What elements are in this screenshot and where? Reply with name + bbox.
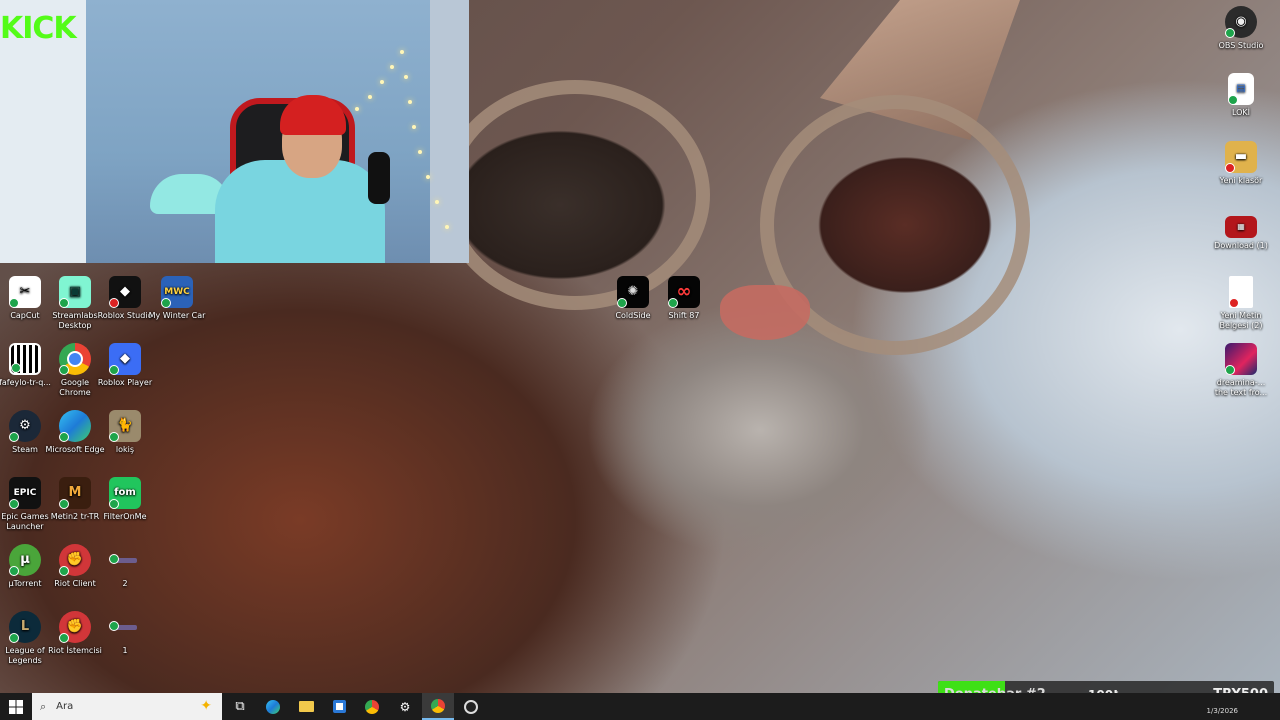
folder-icon	[298, 701, 314, 712]
metin2-icon: M	[59, 477, 91, 509]
file-icon: ▤	[1228, 73, 1254, 105]
taskbar-microsoft-store[interactable]	[323, 693, 355, 720]
edge-icon	[266, 699, 280, 714]
start-button[interactable]	[0, 693, 32, 720]
taskbar: ⌕ Ara ✦ ⧉ ⚙ 1/3/2026	[0, 693, 1280, 720]
desktop-icon-roblox-player[interactable]: ◆ Roblox Player	[95, 343, 155, 388]
desktop-icon-dreamina[interactable]: dreamina-... the text fro...	[1211, 343, 1271, 398]
store-icon	[332, 700, 346, 713]
utorrent-icon: µ	[9, 544, 41, 576]
roblox-player-icon: ◆	[109, 343, 141, 375]
desktop-icon-label: LOKİ	[1231, 108, 1251, 117]
task-view-icon: ⧉	[235, 699, 245, 714]
epic-games-icon: EPIC	[9, 477, 41, 509]
obs-icon	[464, 699, 478, 714]
taskbar-chrome-active[interactable]	[422, 693, 454, 720]
taskbar-date: 1/3/2026	[1206, 707, 1238, 715]
desktop-icon-shift-87[interactable]: ∞ Shift 87	[654, 276, 714, 321]
image-file-icon: 🐈	[109, 410, 141, 442]
windows-icon	[9, 699, 23, 714]
webcam-microphone	[368, 152, 390, 204]
riot-client-icon: ✊	[59, 611, 91, 643]
taskbar-search-box[interactable]: ⌕ Ara ✦	[32, 693, 222, 720]
qr-code-icon	[9, 343, 41, 375]
desktop-icon-label: 2	[122, 579, 128, 588]
image-file-icon: ▦	[1225, 216, 1257, 238]
taskbar-chrome[interactable]	[356, 693, 388, 720]
steam-icon: ⚙	[9, 410, 41, 442]
kick-logo: KICK	[0, 11, 77, 46]
desktop-icon-label: Roblox Studio	[97, 311, 153, 320]
task-view-button[interactable]: ⧉	[224, 693, 256, 720]
taskbar-steam[interactable]: ⚙	[389, 693, 421, 720]
desktop-icon-label: dreamina-... the text fro...	[1214, 378, 1268, 397]
search-icon: ⌕	[40, 699, 47, 713]
desktop-icon-shortcut-1[interactable]: 1	[95, 611, 155, 656]
desktop-icon-obs-studio[interactable]: ◉ OBS Studio	[1211, 6, 1271, 51]
desktop-icon-label: Roblox Player	[97, 378, 153, 387]
desktop-icon-label: Download (1)	[1214, 241, 1268, 250]
infinity-icon: ∞	[668, 276, 700, 308]
taskbar-obs[interactable]	[455, 693, 487, 720]
search-placeholder: Ara	[56, 701, 74, 712]
capcut-icon: ✂	[9, 276, 41, 308]
desktop-icon-loki[interactable]: ▤ LOKİ	[1211, 73, 1271, 118]
chrome-icon	[365, 699, 379, 714]
chrome-icon	[431, 698, 445, 713]
chrome-icon	[59, 343, 91, 375]
desktop-icon-my-winter-car[interactable]: MWC My Winter Car	[147, 276, 207, 321]
desktop-icon-roblox-studio[interactable]: ◆ Roblox Studio	[95, 276, 155, 321]
wallpaper-cat-nose	[720, 285, 810, 340]
shortcut-icon	[109, 544, 141, 576]
shortcut-icon	[109, 611, 141, 643]
coldside-icon: ✺	[617, 276, 649, 308]
desktop-icon-filteronme[interactable]: fom FilterOnMe	[95, 477, 155, 522]
desktop-icon-label: FilterOnMe	[103, 512, 147, 521]
desktop-icon-shortcut-2[interactable]: 2	[95, 544, 155, 589]
desktop-icon-label: OBS Studio	[1218, 41, 1264, 50]
desktop-icon-lokis[interactable]: 🐈 lokiş	[95, 410, 155, 455]
desktop-icon-label: My Winter Car	[148, 311, 206, 320]
desktop-icon-yeni-metin-belgesi[interactable]: Yeni Metin Belgesi (2)	[1211, 276, 1271, 331]
desktop-icon-label: Yeni klasör	[1219, 176, 1263, 185]
webcam-overlay: KICK	[0, 0, 469, 263]
my-winter-car-icon: MWC	[161, 276, 193, 308]
steam-icon: ⚙	[399, 699, 411, 714]
taskbar-file-explorer[interactable]	[290, 693, 322, 720]
edge-icon	[59, 410, 91, 442]
desktop-icon-download-1[interactable]: ▦ Download (1)	[1211, 208, 1271, 251]
desktop-icon-label: Shift 87	[668, 311, 700, 320]
riot-client-icon: ✊	[59, 544, 91, 576]
league-of-legends-icon: L	[9, 611, 41, 643]
video-file-icon	[1225, 343, 1257, 375]
desktop-icon-label: 1	[122, 646, 128, 655]
filteronme-icon: fom	[109, 477, 141, 509]
streamlabs-icon: ▣	[59, 276, 91, 308]
desktop-icon-yeni-klasor[interactable]: ▬ Yeni klasör	[1211, 141, 1271, 186]
folder-icon: ▬	[1225, 141, 1257, 173]
copilot-sparkle-icon: ✦	[200, 698, 212, 714]
desktop-icon-label: Yeni Metin Belgesi (2)	[1219, 311, 1263, 330]
desktop-icon-label: lokiş	[115, 445, 135, 454]
taskbar-edge[interactable]	[257, 693, 289, 720]
roblox-studio-icon: ◆	[109, 276, 141, 308]
text-document-icon	[1229, 276, 1253, 308]
obs-icon: ◉	[1225, 6, 1257, 38]
